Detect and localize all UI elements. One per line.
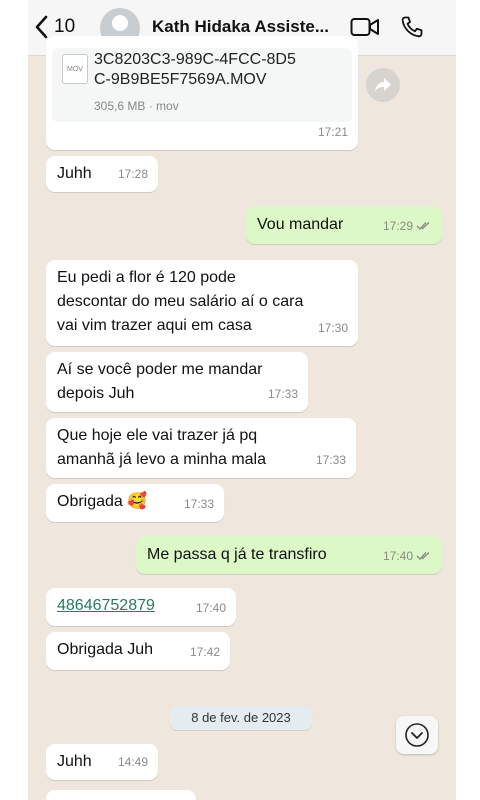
message-text-line: Aí se você poder me mandar [57, 361, 263, 378]
file-meta: 305,6 MB · mov [94, 99, 179, 113]
message-time: 17:30 [317, 321, 348, 335]
phone-icon [401, 16, 423, 38]
forward-icon [375, 78, 391, 92]
chevron-left-icon [35, 15, 48, 39]
message-time: 17:40 [383, 544, 432, 568]
voice-call-button[interactable] [400, 15, 424, 44]
message-time: 17:33 [315, 453, 346, 467]
contact-name[interactable]: Kath Hidaka Assiste... [152, 17, 329, 37]
message-text-line: descontar do meu salário aí o cara [57, 293, 304, 310]
attachment-message[interactable]: MOV 3C8203C3-989C-4FCC-8D5 C-9B9BE5F7569… [46, 36, 358, 150]
outgoing-message[interactable]: Me passa q já te transfiro 17:40 [136, 536, 442, 574]
message-text: Vou mandar [257, 216, 344, 233]
incoming-message[interactable]: Obrigada 🥰 17:33 [46, 484, 224, 522]
message-time: 17:33 [267, 387, 298, 401]
message-text: Juhh [57, 165, 92, 182]
incoming-message[interactable] [46, 790, 196, 800]
incoming-message[interactable]: Eu pedi a flor é 120 pode descontar do m… [46, 260, 358, 346]
message-time: 17:21 [317, 125, 348, 139]
outgoing-message[interactable]: Vou mandar 17:29 [246, 206, 442, 244]
message-text-line: Que hoje ele vai trazer já pq [57, 427, 258, 444]
double-check-icon [416, 551, 430, 561]
message-text-line: Eu pedi a flor é 120 pode [57, 269, 236, 286]
file-card[interactable]: MOV 3C8203C3-989C-4FCC-8D5 C-9B9BE5F7569… [52, 48, 352, 122]
message-time: 17:40 [195, 601, 226, 615]
message-time: 17:42 [189, 645, 220, 659]
message-text: Obrigada Juh [57, 641, 154, 658]
double-check-icon [416, 221, 430, 231]
message-list[interactable]: MOV 3C8203C3-989C-4FCC-8D5 C-9B9BE5F7569… [28, 36, 456, 800]
message-text-line: vai vim trazer aqui em casa [57, 317, 252, 334]
incoming-message[interactable]: Que hoje ele vai trazer já pq amanhã já … [46, 418, 356, 478]
message-time: 17:28 [117, 167, 148, 181]
file-name-line-1: 3C8203C3-989C-4FCC-8D5 [94, 51, 296, 68]
chat-screen: 10 Kath Hidaka Assiste... MOV 3C8203C3-9… [28, 0, 456, 800]
message-time: 14:49 [117, 755, 148, 769]
message-text-line: amanhã já levo a minha mala [57, 451, 267, 468]
message-text: Obrigada 🥰 [57, 493, 148, 510]
phone-number-link[interactable]: 48646752879 [57, 594, 155, 618]
incoming-message[interactable]: 48646752879 17:40 [46, 588, 236, 626]
incoming-message[interactable]: Obrigada Juh 17:42 [46, 632, 230, 670]
message-time: 17:29 [383, 214, 432, 238]
unread-count: 10 [54, 16, 76, 37]
incoming-message[interactable]: Aí se você poder me mandar depois Juh 17… [46, 352, 308, 412]
forward-button[interactable] [366, 68, 400, 102]
message-text: Me passa q já te transfiro [147, 546, 327, 563]
date-separator: 8 de fev. de 2023 [170, 706, 312, 730]
message-time: 17:33 [183, 497, 214, 511]
message-text-line: depois Juh [57, 385, 135, 402]
message-text: Juhh [57, 753, 92, 770]
incoming-message[interactable]: Juhh 14:49 [46, 744, 158, 780]
file-name-line-2: C-9B9BE5F7569A.MOV [94, 71, 267, 88]
scroll-to-bottom-button[interactable] [396, 716, 438, 754]
chevron-down-icon [405, 723, 429, 747]
incoming-message[interactable]: Juhh 17:28 [46, 156, 158, 192]
video-camera-icon [350, 18, 379, 36]
file-icon: MOV [62, 54, 88, 84]
